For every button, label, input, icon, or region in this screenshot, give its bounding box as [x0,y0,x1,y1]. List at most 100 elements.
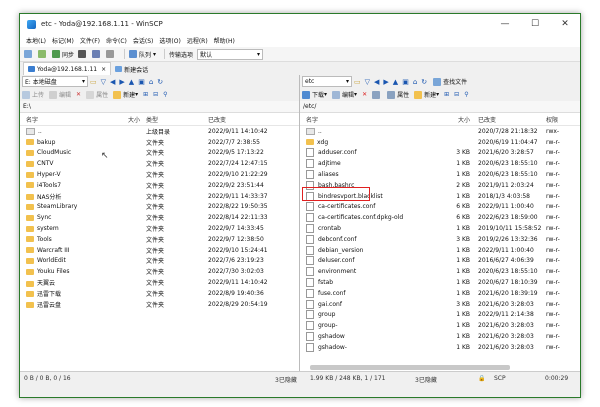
table-row[interactable]: gshadow- 1 KB 2021/6/20 3:28:03 rw-r- [300,342,580,353]
local-drive-select[interactable]: E: 本地磁盘 ▾ [22,76,88,87]
minimize-button[interactable]: — [490,14,520,34]
home-icon[interactable]: ⌂ [413,78,417,86]
col-size[interactable]: 大小 [442,115,470,124]
download-button[interactable]: 下载 ▾ [302,90,327,99]
table-row[interactable]: CloudMusic 文件夹 2022/9/5 17:13:22 [20,148,299,159]
edit-button[interactable]: 编辑 ▾ [332,90,357,99]
col-type[interactable]: 类型 [140,115,208,124]
table-row[interactable]: debconf.conf 3 KB 2019/2/26 13:32:36 rw-r- [300,234,580,245]
filter-button[interactable]: ⚲ [163,91,167,98]
table-row[interactable]: Tools 文件夹 2022/9/7 12:38:50 [20,234,299,245]
table-row[interactable]: gai.conf 3 KB 2021/6/20 3:28:03 rw-r- [300,299,580,310]
table-row[interactable]: system 文件夹 2022/9/7 14:33:45 [20,223,299,234]
table-row[interactable]: Warcraft III 文件夹 2022/9/10 15:24:41 [20,245,299,256]
toolbar-button[interactable] [24,50,34,58]
table-row[interactable]: .. 上级目录 2022/9/11 14:10:42 [20,126,299,137]
properties-button[interactable]: 属性 [86,90,108,99]
folder-icon[interactable]: ▭ [354,78,361,86]
table-row[interactable]: Hyper-V 文件夹 2022/9/10 21:22:29 [20,169,299,180]
table-row[interactable]: bakup 文件夹 2022/7/7 2:38:55 [20,137,299,148]
parent-dir-icon[interactable]: ▲ [393,78,398,86]
back-icon[interactable]: ◀ [110,78,115,86]
toolbar-button[interactable] [106,50,116,58]
table-row[interactable]: deluser.conf 1 KB 2016/6/27 4:06:39 rw-r- [300,256,580,267]
edit-button[interactable]: 编辑 [49,90,71,99]
menu-remote[interactable]: 远程(R) [187,36,208,45]
sync-button[interactable]: 同步 [52,50,74,59]
horizontal-scrollbar[interactable] [310,365,510,370]
collapse-button[interactable]: ⊟ [153,91,158,98]
back-icon[interactable]: ◀ [374,78,379,86]
filter-icon[interactable]: ▽ [365,78,370,86]
new-button[interactable]: 新建 ▾ [414,90,439,99]
table-row[interactable]: gshadow 1 KB 2021/6/20 3:28:03 rw-r- [300,331,580,342]
table-row[interactable]: adjtime 1 KB 2020/6/23 18:55:10 rw-r- [300,158,580,169]
table-row[interactable]: aliases 1 KB 2020/6/23 18:55:10 rw-r- [300,169,580,180]
col-changed[interactable]: 已改变 [208,115,298,124]
rename-button[interactable] [372,90,382,99]
table-row[interactable]: crontab 1 KB 2019/10/11 15:58:52 rw-r- [300,223,580,234]
table-row[interactable]: group- 1 KB 2021/6/20 3:28:03 rw-r- [300,320,580,331]
table-row[interactable]: Youku Files 文件夹 2022/7/30 3:02:03 [20,266,299,277]
tab-session[interactable]: Yoda@192.168.1.11 × [23,62,112,75]
forward-icon[interactable]: ▶ [119,78,124,86]
col-size[interactable]: 大小 [112,115,140,124]
tab-new-session[interactable]: 新建会话 [111,63,152,75]
table-row[interactable]: ca-certificates.conf 6 KB 2022/9/11 1:00:4… [300,202,580,213]
table-row[interactable]: 迅雷云盘 文件夹 2022/8/29 20:54:19 [20,299,299,310]
menu-help[interactable]: 帮助(H) [214,36,235,45]
menu-session[interactable]: 会话(S) [133,36,154,45]
expand-button[interactable]: ⊞ [143,91,148,98]
forward-icon[interactable]: ▶ [383,78,388,86]
menu-options[interactable]: 选项(O) [159,36,180,45]
root-icon[interactable]: ▣ [138,78,145,86]
expand-button[interactable]: ⊞ [444,91,449,98]
table-row[interactable]: Sync 文件夹 2022/8/14 22:11:33 [20,212,299,223]
col-changed[interactable]: 已改变 [470,115,546,124]
find-files-button[interactable]: 查找文件 [433,77,467,86]
close-button[interactable]: ✕ [550,14,580,34]
close-icon[interactable]: × [101,66,106,73]
filter-button[interactable]: ⚲ [464,91,468,98]
table-row[interactable]: group 1 KB 2022/9/11 2:14:38 rw-r- [300,310,580,321]
remote-dir-select[interactable]: etc ▾ [302,76,352,87]
table-row[interactable]: ca-certificates.conf.dpkg-old 6 KB 2022/6/… [300,212,580,223]
new-button[interactable]: 新建 ▾ [113,90,138,99]
home-icon[interactable]: ⌂ [149,78,153,86]
table-row[interactable]: xdg 2020/6/19 11:04:47 rw-r- [300,137,580,148]
parent-dir-icon[interactable]: ▲ [129,78,134,86]
toolbar-button[interactable] [38,50,48,58]
menu-local[interactable]: 本地(L) [26,36,46,45]
table-row[interactable]: fuse.conf 1 KB 2021/6/20 18:39:19 rw-r- [300,288,580,299]
col-permissions[interactable]: 权限 [546,115,578,124]
delete-button[interactable]: ✕ [76,91,81,98]
table-row[interactable]: CNTV 文件夹 2022/7/24 12:47:15 [20,158,299,169]
toolbar-button[interactable] [92,50,102,58]
menu-file[interactable]: 文件(F) [80,36,100,45]
transfer-options-select[interactable]: 默认 ▾ [197,48,264,60]
refresh-icon[interactable]: ↻ [421,78,427,86]
queue-button[interactable]: 队列 ▾ [129,50,156,59]
table-row[interactable]: SteamLibrary 文件夹 2022/8/22 19:50:35 [20,202,299,213]
col-name[interactable]: 名字 [300,115,442,124]
table-row[interactable]: adduser.conf 3 KB 2021/6/20 3:28:57 rw-r- [300,148,580,159]
table-row[interactable]: WorldEdit 文件夹 2022/7/6 23:19:23 [20,256,299,267]
table-row[interactable]: debian_version 1 KB 2022/9/11 1:00:40 rw-r- [300,245,580,256]
menu-commands[interactable]: 命令(C) [106,36,127,45]
table-row[interactable]: 迅雷下载 文件夹 2022/8/9 19:40:36 [20,288,299,299]
toolbar-button[interactable] [78,50,88,58]
collapse-button[interactable]: ⊟ [454,91,459,98]
maximize-button[interactable]: ☐ [520,14,550,34]
refresh-icon[interactable]: ↻ [157,78,163,86]
delete-button[interactable]: ✕ [362,91,367,98]
upload-button[interactable]: 上传 [22,90,44,99]
folder-icon[interactable]: ▭ [90,78,97,86]
table-row[interactable]: environment 1 KB 2020/6/23 18:55:10 rw-r- [300,266,580,277]
filter-icon[interactable]: ▽ [101,78,106,86]
menu-mark[interactable]: 标记(M) [52,36,74,45]
table-row[interactable]: .. 2020/7/28 21:18:32 rwx- [300,126,580,137]
table-row[interactable]: fstab 1 KB 2020/6/27 18:10:39 rw-r- [300,277,580,288]
table-row[interactable]: i4Tools7 文件夹 2022/9/2 23:51:44 [20,180,299,191]
col-name[interactable]: 名字 [20,115,112,124]
table-row[interactable]: 天翼云 文件夹 2022/9/11 14:10:42 [20,277,299,288]
